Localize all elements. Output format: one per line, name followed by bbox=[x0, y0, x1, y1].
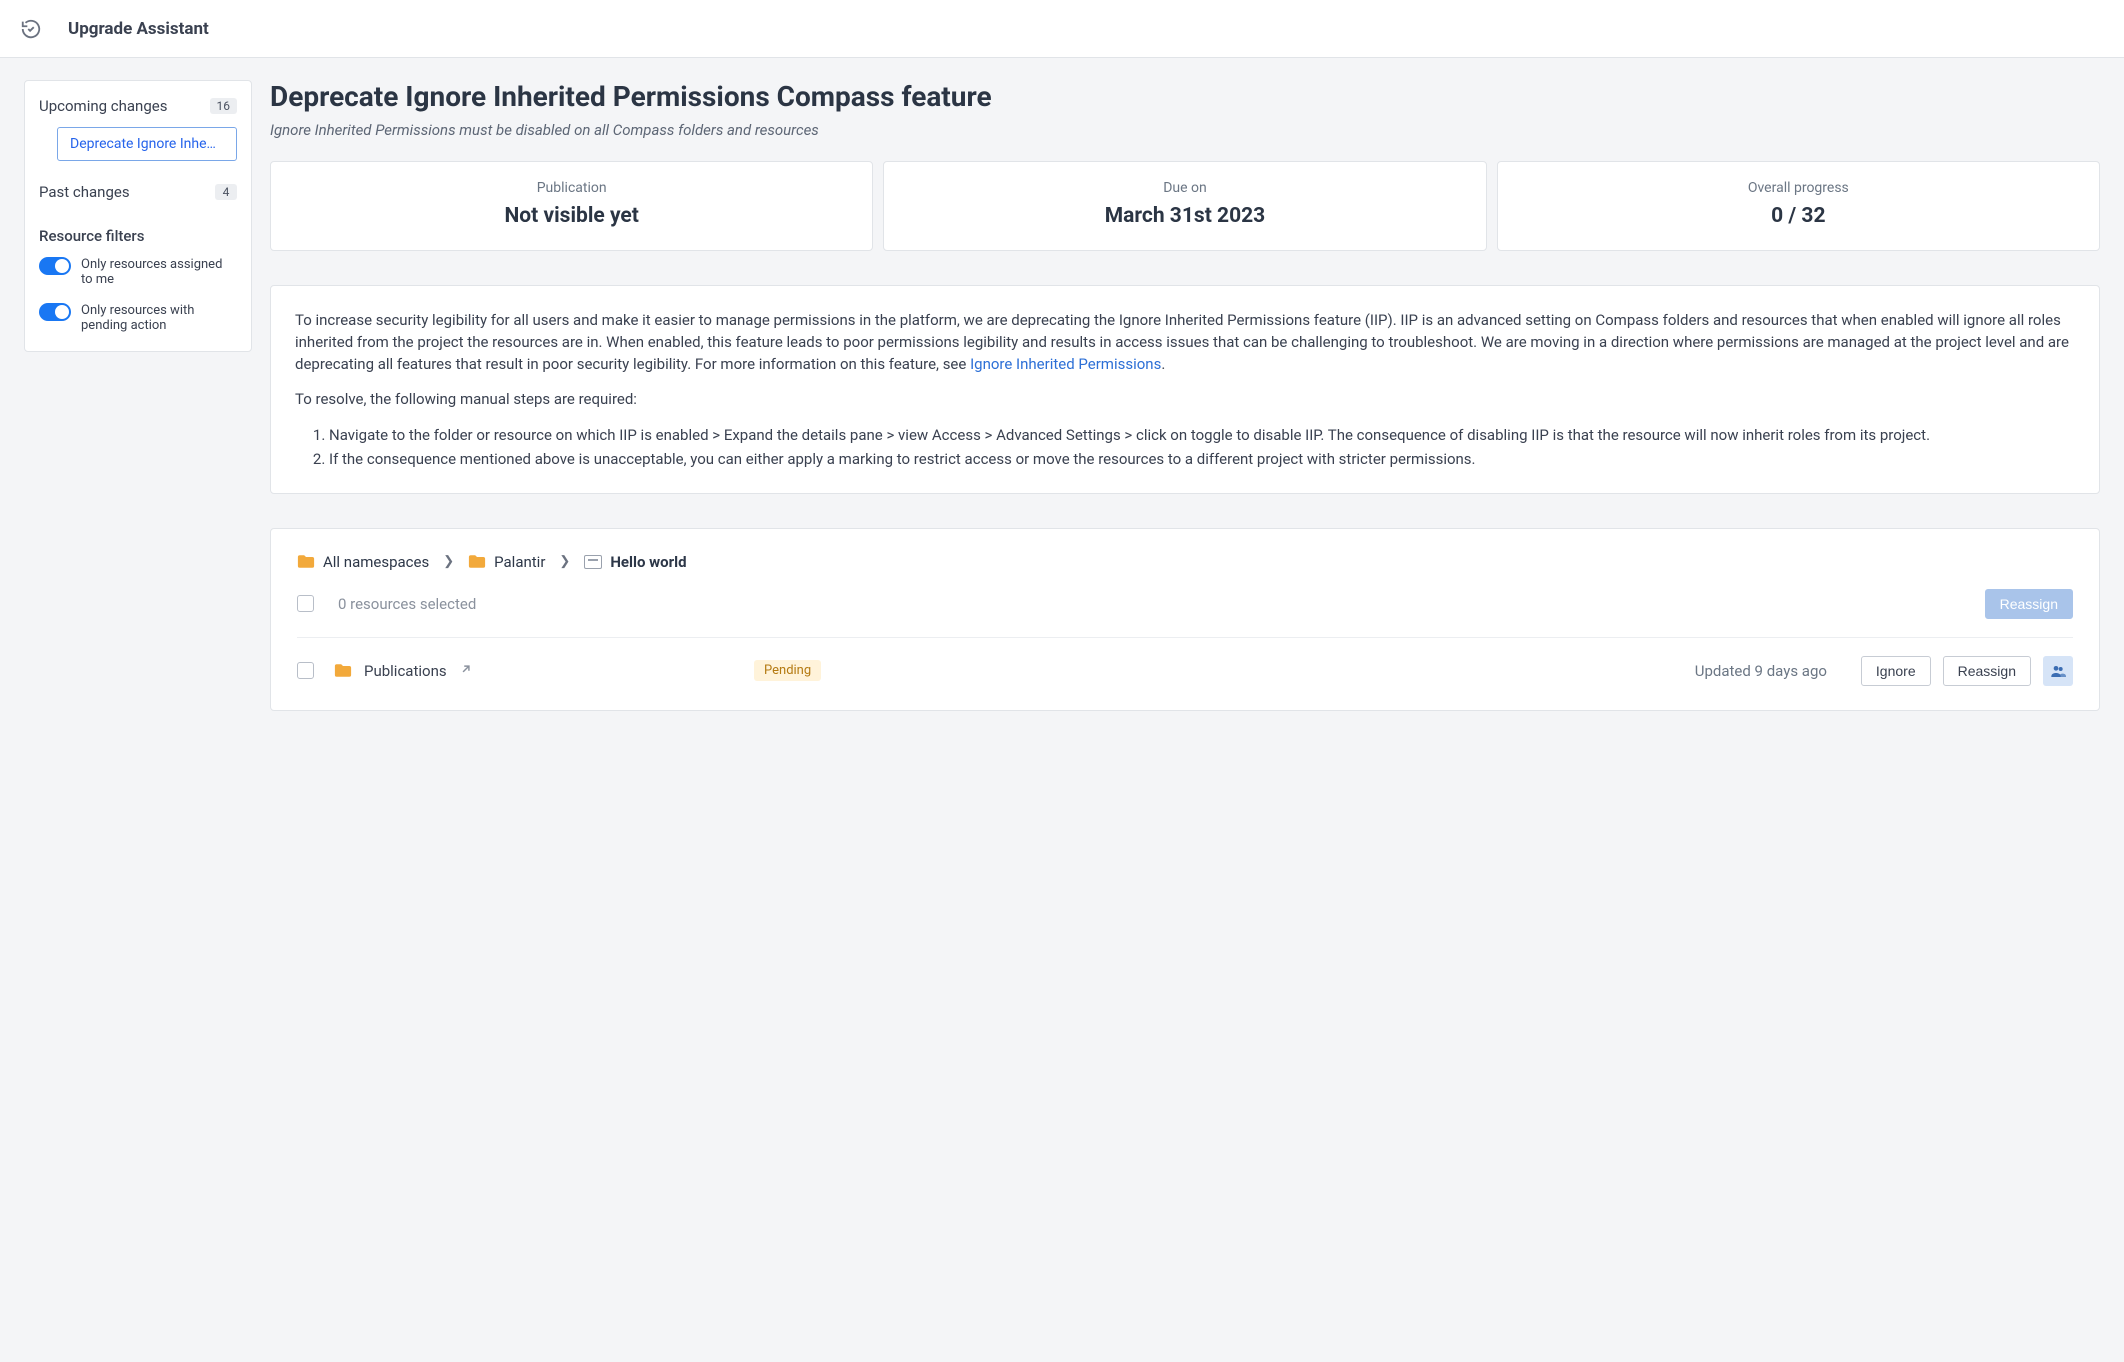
resources-panel: All namespaces ❯ Palantir ❯ Hello world … bbox=[270, 528, 2100, 711]
crumb-all-namespaces[interactable]: All namespaces bbox=[297, 553, 429, 571]
due-card: Due on March 31st 2023 bbox=[883, 161, 1486, 251]
page-subtitle: Ignore Inherited Permissions must be dis… bbox=[270, 121, 2100, 139]
sidebar: Upcoming changes 16 Deprecate Ignore Inh… bbox=[24, 80, 252, 352]
breadcrumb: All namespaces ❯ Palantir ❯ Hello world bbox=[297, 553, 2073, 571]
sidebar-past-changes[interactable]: Past changes 4 bbox=[39, 181, 237, 203]
chevron-right-icon: ❯ bbox=[443, 554, 454, 569]
sidebar-label: Past changes bbox=[39, 183, 130, 201]
topbar: Upgrade Assistant bbox=[0, 0, 2124, 58]
crumb-palantir[interactable]: Palantir bbox=[468, 553, 545, 571]
sidebar-label: Upcoming changes bbox=[39, 97, 167, 115]
chevron-right-icon: ❯ bbox=[559, 554, 570, 569]
page-title: Deprecate Ignore Inherited Permissions C… bbox=[270, 80, 2100, 113]
progress-card: Overall progress 0 / 32 bbox=[1497, 161, 2100, 251]
card-value: March 31st 2023 bbox=[894, 204, 1475, 228]
desc-paragraph-1: To increase security legibility for all … bbox=[295, 310, 2075, 375]
steps-list: Navigate to the folder or resource on wh… bbox=[329, 425, 2075, 471]
reassign-button[interactable]: Reassign bbox=[1943, 656, 2031, 686]
card-label: Publication bbox=[281, 180, 862, 196]
iip-link[interactable]: Ignore Inherited Permissions bbox=[970, 355, 1161, 373]
open-external-icon[interactable] bbox=[459, 662, 473, 680]
count-badge: 4 bbox=[215, 184, 237, 200]
card-label: Overall progress bbox=[1508, 180, 2089, 196]
filter-pending-toggle[interactable] bbox=[39, 303, 71, 321]
card-value: Not visible yet bbox=[281, 204, 862, 228]
selection-count: 0 resources selected bbox=[338, 595, 476, 613]
filter-label: Only resources with pending action bbox=[81, 303, 237, 333]
card-label: Due on bbox=[894, 180, 1475, 196]
filter-label: Only resources assigned to me bbox=[81, 257, 237, 287]
row-checkbox[interactable] bbox=[297, 662, 314, 679]
step-1: Navigate to the folder or resource on wh… bbox=[329, 425, 2075, 447]
step-2: If the consequence mentioned above is un… bbox=[329, 449, 2075, 471]
main-content: Deprecate Ignore Inherited Permissions C… bbox=[270, 80, 2100, 711]
select-all-checkbox[interactable] bbox=[297, 595, 314, 612]
reassign-bulk-button[interactable]: Reassign bbox=[1985, 589, 2073, 619]
assignees-button[interactable] bbox=[2043, 656, 2073, 686]
filter-pending-row: Only resources with pending action bbox=[25, 295, 251, 351]
publication-card: Publication Not visible yet bbox=[270, 161, 873, 251]
ignore-button[interactable]: Ignore bbox=[1861, 656, 1931, 686]
selection-row: 0 resources selected Reassign bbox=[297, 589, 2073, 619]
folder-icon bbox=[297, 554, 315, 569]
count-badge: 16 bbox=[210, 98, 238, 114]
project-icon bbox=[584, 555, 602, 569]
app-title: Upgrade Assistant bbox=[68, 19, 209, 39]
crumb-hello-world: Hello world bbox=[584, 553, 686, 571]
folder-icon bbox=[334, 663, 352, 678]
sidebar-item-deprecate-iip[interactable]: Deprecate Ignore Inhe… bbox=[57, 127, 237, 161]
description-panel: To increase security legibility for all … bbox=[270, 285, 2100, 494]
sidebar-upcoming-changes[interactable]: Upcoming changes 16 bbox=[39, 95, 237, 117]
status-badge: Pending bbox=[754, 660, 821, 681]
folder-icon bbox=[468, 554, 486, 569]
resource-row: Publications Pending Updated 9 days ago … bbox=[297, 637, 2073, 700]
updated-text: Updated 9 days ago bbox=[1695, 662, 1827, 680]
app-logo-icon bbox=[20, 18, 42, 40]
resource-name[interactable]: Publications bbox=[334, 662, 734, 680]
filters-heading: Resource filters bbox=[25, 221, 251, 249]
desc-paragraph-2: To resolve, the following manual steps a… bbox=[295, 389, 2075, 411]
filter-mine-row: Only resources assigned to me bbox=[25, 249, 251, 295]
filter-mine-toggle[interactable] bbox=[39, 257, 71, 275]
card-value: 0 / 32 bbox=[1508, 204, 2089, 228]
